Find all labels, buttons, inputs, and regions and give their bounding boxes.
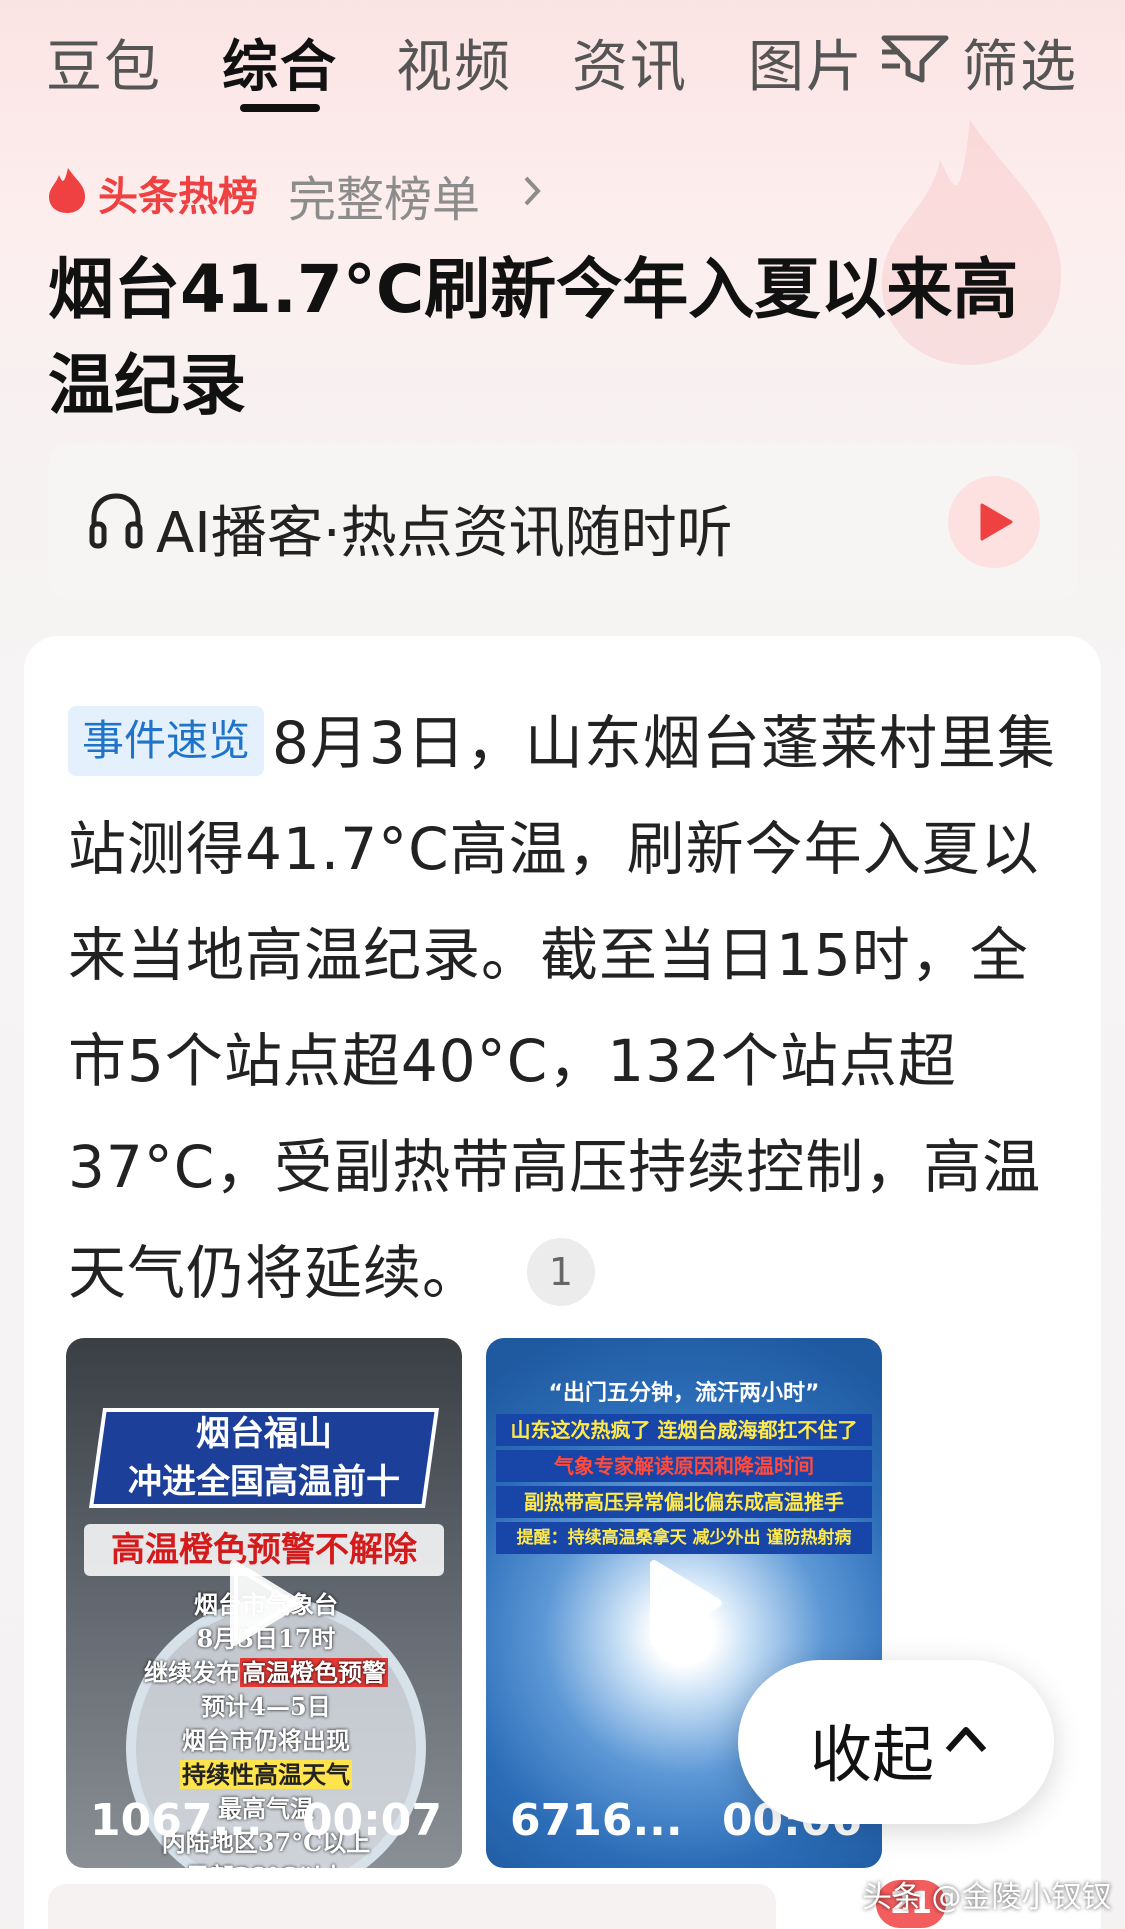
tab-images[interactable]: 图片	[748, 22, 864, 103]
hot-list-brand: 头条热榜	[98, 174, 258, 220]
play-icon[interactable]	[226, 1558, 304, 1648]
collapse-label: 收起	[810, 1718, 935, 1791]
podcast-play-button[interactable]	[948, 476, 1040, 568]
chevron-right-icon[interactable]	[520, 174, 544, 208]
tab-news[interactable]: 资讯	[572, 22, 688, 103]
video-caption-lines: “出门五分钟，流汗两小时” 山东这次热疯了 连烟台威海都扛不住了 气象专家解读原…	[496, 1374, 872, 1558]
podcast-label: AI播客·热点资讯随时听	[156, 501, 733, 566]
filter-button[interactable]: 筛选	[962, 22, 1078, 103]
next-section-card[interactable]	[48, 1884, 776, 1929]
tab-general[interactable]: 综合	[222, 22, 338, 103]
citation-marker[interactable]: 1	[527, 1238, 596, 1306]
author-watermark: 头条 @金陵小钗钗	[862, 1880, 1112, 1915]
video-meta: 1067... 00:07	[90, 1795, 442, 1846]
collapse-button[interactable]: 收起	[738, 1660, 1054, 1824]
play-icon	[980, 503, 1013, 541]
video-view-count: 6716...	[510, 1795, 683, 1846]
video-duration: 00:07	[301, 1795, 442, 1846]
video-thumbnail[interactable]: 烟台福山 冲进全国高温前十 高温橙色预警不解除 烟台市气象台 8月3日17时 继…	[66, 1338, 462, 1868]
filter-icon[interactable]	[880, 30, 950, 86]
tab-video[interactable]: 视频	[396, 22, 512, 103]
ai-podcast-bar[interactable]: AI播客·热点资讯随时听	[48, 444, 1078, 600]
event-summary: 事件速览 8月3日，山东烟台蓬莱村里集站测得41.7°C高温，刷新今年入夏以来当地…	[68, 690, 1068, 1326]
summary-text: 8月3日，山东烟台蓬莱村里集站测得41.7°C高温，刷新今年入夏以来当地高温纪录…	[68, 709, 1056, 1307]
active-tab-indicator	[240, 104, 320, 112]
headphone-icon	[89, 493, 143, 549]
hot-topic-headline[interactable]: 烟台41.7°C刷新今年入夏以来高温纪录	[48, 242, 1048, 434]
full-list-link[interactable]: 完整榜单	[288, 160, 480, 230]
chevron-up-icon	[945, 1727, 987, 1753]
hot-flame-icon	[49, 168, 86, 213]
search-tabs: 豆包 综合 视频 资讯 图片 筛选	[0, 0, 1125, 120]
tab-doubao[interactable]: 豆包	[46, 22, 162, 103]
video-title: 烟台福山 冲进全国高温前十	[128, 1414, 400, 1502]
video-view-count: 1067...	[90, 1795, 263, 1846]
event-overview-badge: 事件速览	[68, 706, 265, 776]
play-icon[interactable]	[646, 1558, 724, 1648]
